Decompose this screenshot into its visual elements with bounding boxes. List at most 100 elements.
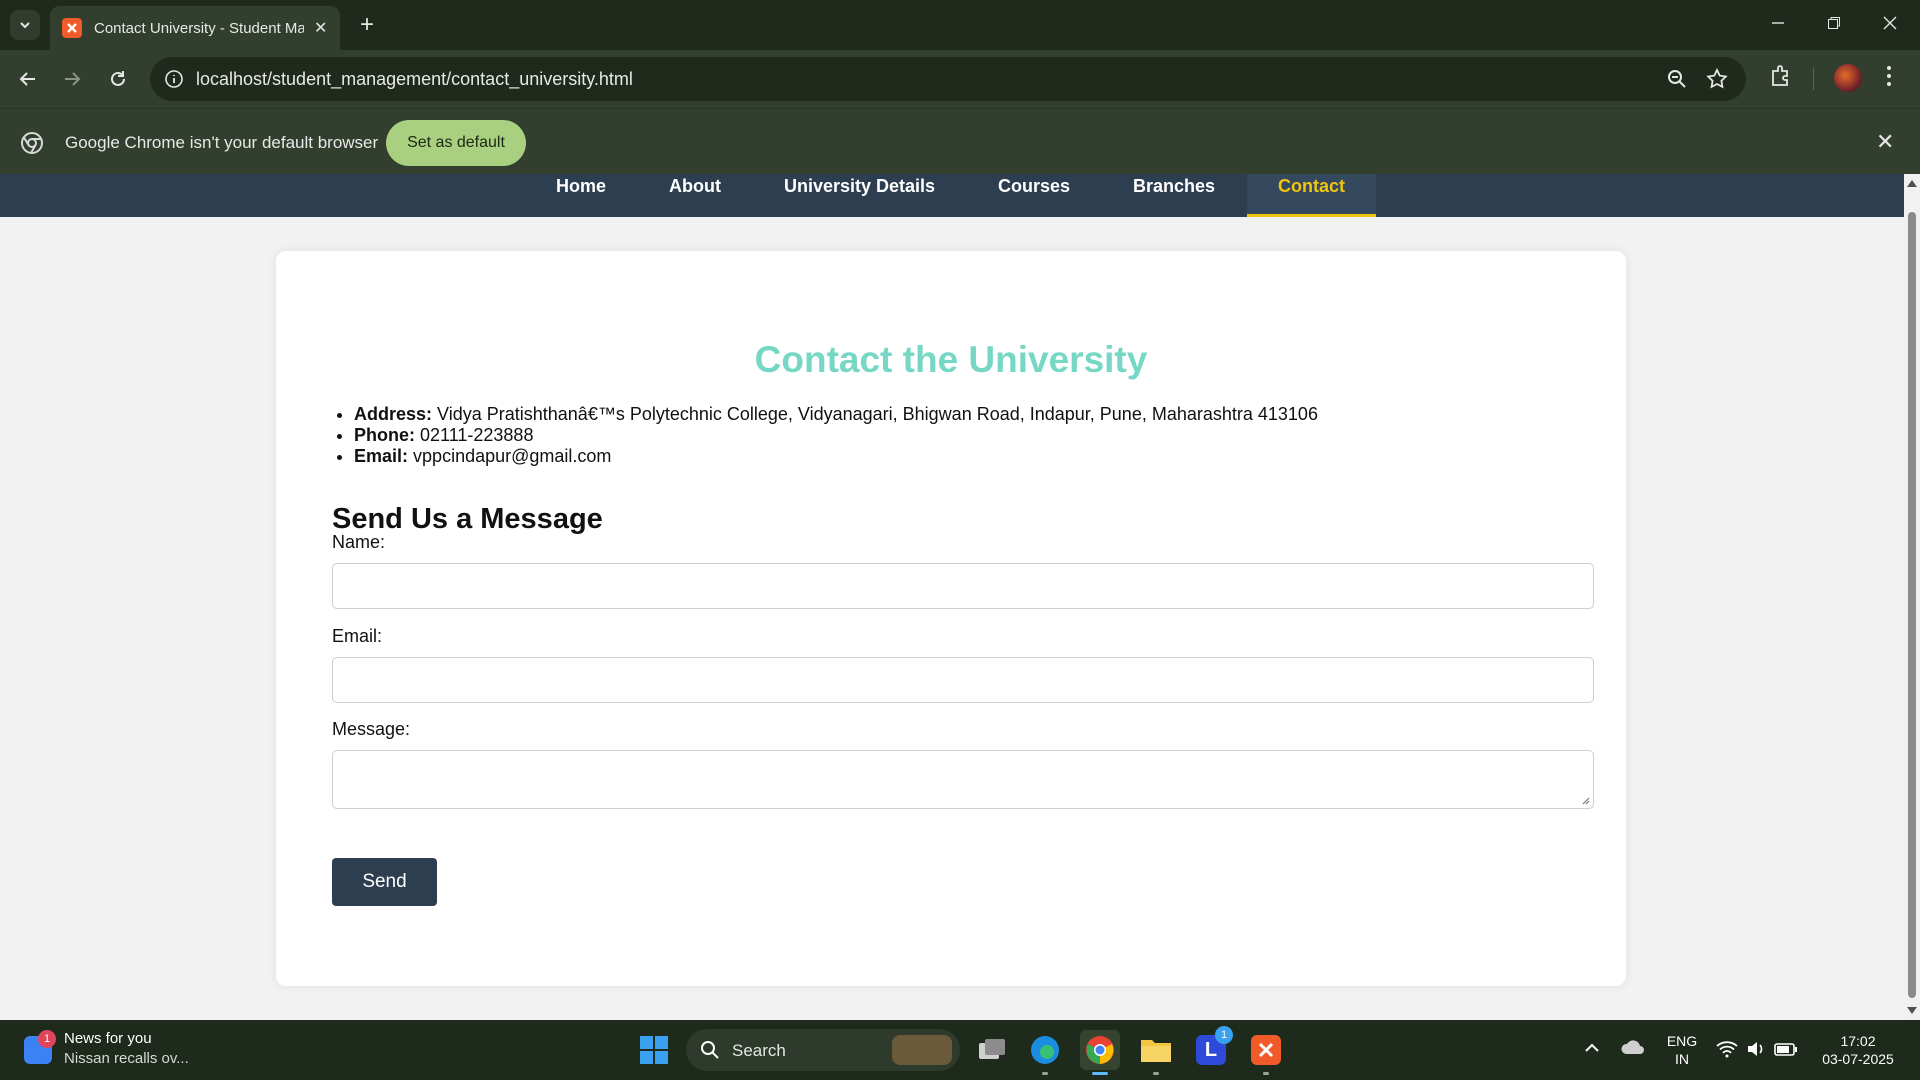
scroll-down-icon[interactable] <box>1907 1007 1917 1014</box>
scroll-up-icon[interactable] <box>1907 180 1917 187</box>
tab-title: Contact University - Student Management <box>94 19 304 37</box>
start-button[interactable] <box>634 1030 674 1070</box>
resize-handle-icon[interactable] <box>1580 795 1590 805</box>
edge-running-indicator <box>1042 1072 1048 1075</box>
arrow-right-icon <box>65 72 81 86</box>
address-bar[interactable]: localhost/student_management/contact_uni… <box>150 57 1746 101</box>
infobar-message: Google Chrome isn't your default browser <box>65 133 379 152</box>
set-as-default-button[interactable]: Set as default <box>386 120 526 166</box>
taskbar-search[interactable]: Search <box>686 1029 960 1071</box>
scrollbar-thumb[interactable] <box>1908 212 1916 998</box>
task-view-button[interactable] <box>972 1030 1012 1070</box>
toolbar-divider <box>1813 68 1814 90</box>
clock[interactable]: 17:02 03-07-2025 <box>1810 1032 1906 1068</box>
wifi-icon[interactable] <box>1716 1040 1738 1058</box>
l-app-badge: 1 <box>1215 1026 1233 1044</box>
chrome-icon <box>21 132 43 154</box>
xampp-icon <box>62 18 82 38</box>
phone-value: 02111-223888 <box>420 425 534 445</box>
news-title: News for you <box>64 1030 152 1047</box>
l-app[interactable]: L 1 <box>1191 1026 1233 1070</box>
browser-tab-bar: Contact University - Student Management … <box>0 0 1920 50</box>
xampp-icon <box>1251 1035 1281 1065</box>
xampp-app[interactable] <box>1246 1030 1286 1070</box>
news-badge: 1 <box>38 1030 56 1048</box>
chevron-up-icon[interactable] <box>1584 1042 1600 1054</box>
clock-time: 17:02 <box>1840 1033 1876 1049</box>
restore-icon <box>1828 17 1840 29</box>
tab-search-button[interactable] <box>10 10 40 40</box>
chevron-down-icon <box>20 22 30 29</box>
nav-branches[interactable]: Branches <box>1133 174 1215 217</box>
email-value: vppcindapur@gmail.com <box>413 446 612 466</box>
page-scrollbar[interactable] <box>1904 174 1920 1020</box>
windows-icon <box>640 1036 668 1064</box>
page-title: Contact the University <box>754 339 1148 380</box>
arrow-left-icon <box>19 72 35 86</box>
new-tab-button[interactable]: + <box>352 10 382 40</box>
battery-icon[interactable] <box>1774 1040 1798 1058</box>
email-item: Email: vppcindapur@gmail.com <box>354 446 1318 467</box>
email-label: Email: <box>354 446 409 466</box>
volume-icon[interactable] <box>1746 1040 1766 1058</box>
chrome-active-indicator <box>1092 1072 1108 1075</box>
language-code: ENG <box>1666 1033 1698 1049</box>
nav-contact[interactable]: Contact <box>1247 174 1376 217</box>
site-navbar: Home About University Details Courses Br… <box>0 174 1904 217</box>
default-browser-infobar: Google Chrome isn't your default browser… <box>0 108 1920 174</box>
email-field-label: Email: <box>332 626 383 646</box>
star-icon[interactable] <box>1706 68 1728 90</box>
chrome-icon <box>1086 1036 1114 1064</box>
more-menu-icon[interactable] <box>1886 64 1892 88</box>
edge-app[interactable] <box>1025 1030 1065 1070</box>
search-icon <box>701 1041 719 1059</box>
reload-icon <box>111 71 125 86</box>
zoom-icon[interactable] <box>1666 68 1688 90</box>
search-highlight-image <box>892 1035 952 1065</box>
phone-item: Phone: 02111-223888 <box>354 425 1318 446</box>
phone-label: Phone: <box>354 425 415 445</box>
nav-courses[interactable]: Courses <box>998 174 1070 217</box>
chrome-app[interactable] <box>1080 1030 1120 1070</box>
extensions-icon[interactable] <box>1770 64 1792 88</box>
task-view-icon <box>979 1039 1005 1059</box>
contact-info-list: Address: Vidya Pratishthanâ€™s Polytechn… <box>354 404 1318 467</box>
address-item: Address: Vidya Pratishthanâ€™s Polytechn… <box>354 404 1318 425</box>
forward-button[interactable] <box>57 64 87 94</box>
tab-close-icon[interactable]: ✕ <box>314 18 327 38</box>
url-text[interactable]: localhost/student_management/contact_uni… <box>196 69 633 90</box>
profile-avatar[interactable] <box>1834 64 1862 92</box>
browser-tab[interactable]: Contact University - Student Management … <box>50 6 340 50</box>
nav-about[interactable]: About <box>669 174 721 217</box>
search-label: Search <box>732 1041 786 1060</box>
language-indicator[interactable]: ENG IN <box>1664 1032 1700 1068</box>
send-button[interactable]: Send <box>332 858 437 906</box>
back-button[interactable] <box>13 64 43 94</box>
windows-taskbar: 1 News for you Nissan recalls ov... Sear… <box>0 1020 1920 1080</box>
browser-toolbar: localhost/student_management/contact_uni… <box>0 50 1920 108</box>
minimize-button[interactable] <box>1758 8 1798 38</box>
address-value: Vidya Pratishthanâ€™s Polytechnic Colleg… <box>437 404 1318 424</box>
nav-university-details[interactable]: University Details <box>784 174 935 217</box>
reload-button[interactable] <box>103 64 133 94</box>
site-info-icon[interactable] <box>164 69 184 89</box>
news-subtitle: Nissan recalls ov... <box>64 1050 189 1067</box>
name-input[interactable] <box>332 563 1594 609</box>
explorer-running-indicator <box>1153 1072 1159 1075</box>
infobar-close-icon[interactable]: ✕ <box>1876 129 1894 155</box>
name-label: Name: <box>332 532 386 552</box>
edge-icon <box>1031 1036 1059 1064</box>
minimize-icon <box>1772 22 1784 24</box>
onedrive-icon[interactable] <box>1620 1038 1646 1060</box>
message-textarea[interactable] <box>332 750 1594 809</box>
xampp-running-indicator <box>1263 1072 1269 1075</box>
close-window-button[interactable] <box>1870 8 1910 38</box>
language-region: IN <box>1675 1051 1689 1067</box>
nav-home[interactable]: Home <box>556 174 606 217</box>
file-explorer-app[interactable] <box>1136 1030 1176 1070</box>
email-input[interactable] <box>332 657 1594 703</box>
clock-date: 03-07-2025 <box>1822 1051 1894 1067</box>
restore-button[interactable] <box>1814 8 1854 38</box>
page-viewport: Home About University Details Courses Br… <box>0 174 1904 1020</box>
address-label: Address: <box>354 404 433 424</box>
